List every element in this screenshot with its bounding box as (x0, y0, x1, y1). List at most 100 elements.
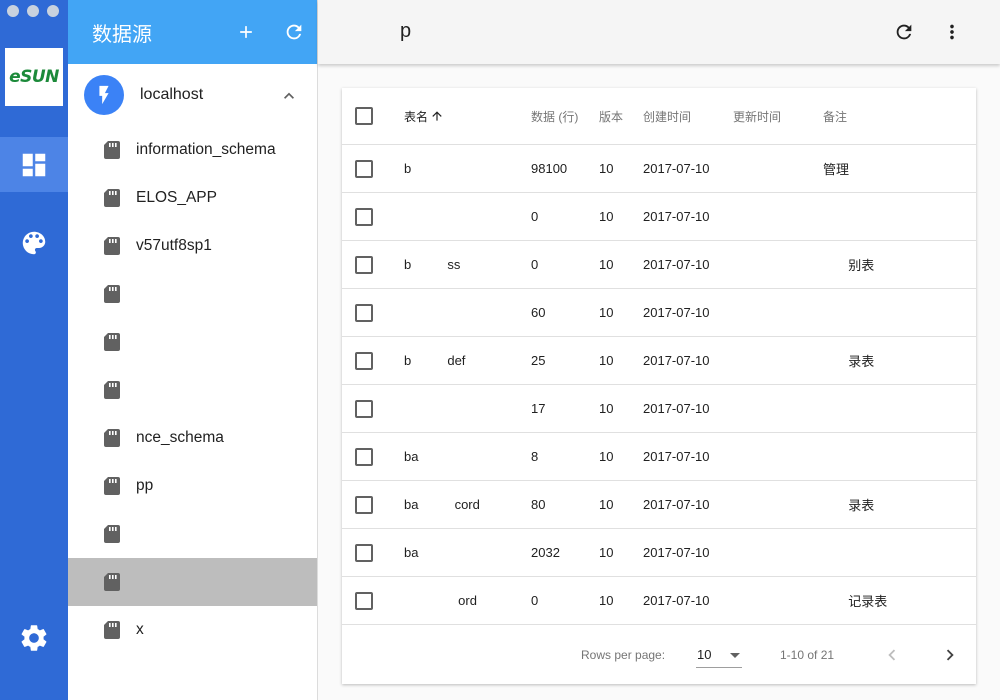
settings-button[interactable] (0, 610, 68, 665)
rows-per-page-select[interactable]: 10 (696, 642, 742, 668)
database-item[interactable]: pp (68, 462, 317, 510)
more-options-button[interactable] (938, 18, 966, 46)
rows-per-page-value: 10 (697, 647, 712, 662)
database-item[interactable]: nce_schema (68, 414, 317, 462)
row-checkbox[interactable] (355, 255, 373, 274)
cell-version: 10 (599, 305, 614, 320)
close-window-button[interactable] (7, 5, 19, 17)
cell-version: 10 (599, 401, 614, 416)
cell-created: 2017-07-10 (643, 401, 710, 416)
rail-item-theme[interactable] (0, 215, 68, 270)
table-row[interactable]: 17 10 2017-07-10 (342, 385, 976, 433)
minimize-window-button[interactable] (27, 5, 39, 17)
database-item[interactable] (68, 510, 317, 558)
database-name: ELOS_APP (136, 189, 217, 206)
row-checkbox[interactable] (355, 303, 373, 322)
row-checkbox[interactable] (355, 159, 373, 178)
database-item[interactable]: ELOS_APP (68, 174, 317, 222)
database-name: information_schema (136, 141, 276, 158)
cell-rows: 80 (531, 497, 546, 512)
database-item[interactable] (68, 558, 317, 606)
cell-name: ord (404, 593, 477, 608)
cell-version: 10 (599, 209, 614, 224)
row-checkbox[interactable] (355, 495, 373, 514)
previous-page-button[interactable] (880, 643, 904, 667)
table-row[interactable]: b 98100 10 2017-07-10 管理 (342, 145, 976, 193)
row-checkbox[interactable] (355, 207, 373, 226)
sources-panel: 数据源 localhost information_schema ELOS_APP… (68, 0, 318, 700)
table-row[interactable]: b ss 0 10 2017-07-10 别表 (342, 241, 976, 289)
add-source-button[interactable] (232, 18, 260, 46)
database-icon (104, 285, 120, 303)
rows-per-page-label: Rows per page: (581, 648, 666, 662)
database-icon (104, 573, 120, 591)
table-row[interactable]: 60 10 2017-07-10 (342, 289, 976, 337)
table-header: 表名 数据 (行) 版本 创建时间 更新时间 备注 (342, 88, 976, 145)
database-icon (104, 621, 120, 639)
table-row[interactable]: ba cord 80 10 2017-07-10 录表 (342, 481, 976, 529)
database-item[interactable] (68, 270, 317, 318)
cell-created: 2017-07-10 (643, 497, 710, 512)
select-all-checkbox[interactable] (355, 107, 373, 125)
cell-rows: 0 (531, 257, 539, 272)
zoom-window-button[interactable] (47, 5, 59, 17)
cell-rows: 98100 (531, 161, 568, 176)
database-item[interactable] (68, 366, 317, 414)
table-row[interactable]: 0 10 2017-07-10 (342, 193, 976, 241)
cell-rows: 0 (531, 593, 539, 608)
column-header-version[interactable]: 版本 (599, 88, 623, 144)
chevron-left-icon (888, 649, 896, 661)
row-checkbox[interactable] (355, 399, 373, 418)
cell-created: 2017-07-10 (643, 257, 710, 272)
database-icon (104, 429, 120, 447)
database-icon (104, 333, 120, 351)
database-item[interactable]: information_schema (68, 126, 317, 174)
cell-version: 10 (599, 353, 614, 368)
chevron-up-icon[interactable] (279, 86, 299, 106)
rail-item-dashboard[interactable] (0, 137, 68, 192)
refresh-button[interactable] (890, 18, 918, 46)
cell-version: 10 (599, 449, 614, 464)
cell-rows: 60 (531, 305, 546, 320)
database-name: pp (136, 477, 154, 494)
column-header-rows[interactable]: 数据 (行) (531, 88, 578, 144)
cell-version: 10 (599, 545, 614, 560)
database-item[interactable]: v57utf8sp1 (68, 222, 317, 270)
row-checkbox[interactable] (355, 351, 373, 370)
next-page-button[interactable] (938, 643, 962, 667)
window-controls (7, 5, 59, 17)
refresh-sources-button[interactable] (280, 18, 308, 46)
cell-rows: 0 (531, 209, 539, 224)
column-header-note[interactable]: 备注 (823, 88, 847, 144)
cell-rows: 17 (531, 401, 546, 416)
database-icon (104, 189, 120, 207)
cell-rows: 25 (531, 353, 546, 368)
table-row[interactable]: b def 25 10 2017-07-10 录表 (342, 337, 976, 385)
table-body: b 98100 10 2017-07-10 管理 0 10 2017-07-10 b ss 0 10… (342, 145, 976, 625)
row-checkbox[interactable] (355, 543, 373, 562)
table-row[interactable]: ba 8 10 2017-07-10 (342, 433, 976, 481)
main-toolbar: p (318, 0, 1000, 64)
database-item[interactable]: x (68, 606, 317, 654)
table-row[interactable]: ba 2032 10 2017-07-10 (342, 529, 976, 577)
caret-down-icon (730, 653, 740, 658)
database-name: v57utf8sp1 (136, 237, 212, 254)
cell-note: 录表 (823, 498, 875, 513)
cell-created: 2017-07-10 (643, 593, 710, 608)
database-item[interactable] (68, 318, 317, 366)
database-icon (104, 477, 120, 495)
connection-item-localhost[interactable]: localhost (68, 64, 317, 126)
column-header-created[interactable]: 创建时间 (643, 88, 691, 144)
column-header-name[interactable]: 表名 (404, 88, 444, 144)
column-header-updated[interactable]: 更新时间 (733, 88, 781, 144)
row-checkbox[interactable] (355, 447, 373, 466)
table-row[interactable]: ord 0 10 2017-07-10 记录表 (342, 577, 976, 625)
cell-name: b (404, 161, 412, 176)
database-icon (104, 381, 120, 399)
cell-version: 10 (599, 497, 614, 512)
tables-card: 表名 数据 (行) 版本 创建时间 更新时间 备注 b 98100 10 2017-0… (342, 88, 976, 684)
cell-note: 录表 (823, 354, 875, 369)
cell-version: 10 (599, 161, 614, 176)
sources-header: 数据源 (68, 0, 317, 64)
row-checkbox[interactable] (355, 591, 373, 610)
